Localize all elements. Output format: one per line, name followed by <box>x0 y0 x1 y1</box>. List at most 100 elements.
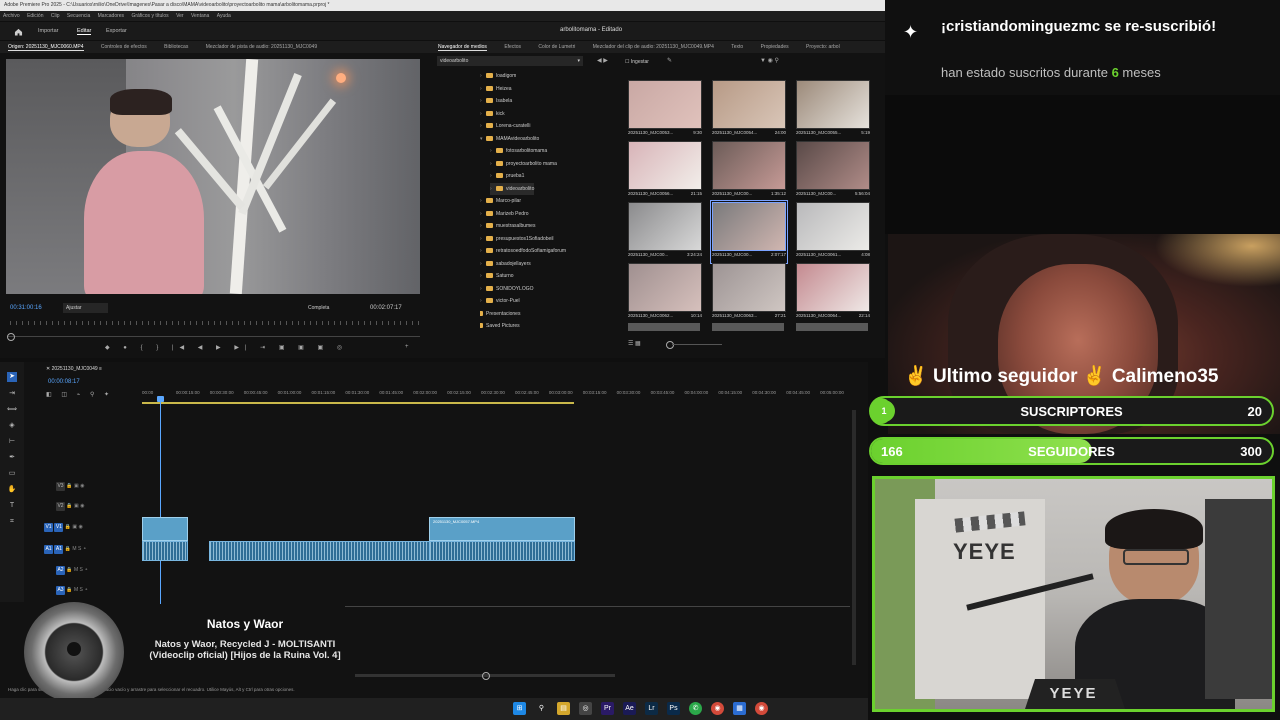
whatsapp-icon[interactable]: ✆ <box>689 702 702 715</box>
back-forward-icon[interactable]: ◀ ▶ <box>597 57 608 64</box>
folder-item[interactable]: › prueba1 <box>490 170 524 182</box>
tab-import[interactable]: Importar <box>38 28 58 34</box>
work-area-bar[interactable] <box>142 402 574 404</box>
video-clip[interactable]: 20251130_MJC0057.MP4 <box>429 517 575 541</box>
folder-item[interactable]: ▾ MAMAvideoarbolito <box>480 133 539 145</box>
playhead-handle[interactable] <box>157 396 164 402</box>
audio-clip[interactable] <box>209 541 431 561</box>
ingest-checkbox[interactable]: ☐ Ingestar <box>625 59 649 65</box>
track-select-icon[interactable]: ⇥ <box>7 389 17 399</box>
home-icon[interactable] <box>14 28 23 36</box>
playhead[interactable] <box>160 398 161 604</box>
folder-item[interactable]: › presupuestos1Sofiadobeil <box>480 233 554 245</box>
tab-properties[interactable]: Propiedades <box>761 44 789 50</box>
folder-item[interactable]: › victor-Puel <box>480 295 520 307</box>
media-thumbnail[interactable]: 20251130_MJC0062... 10:14 <box>628 263 702 323</box>
media-thumbnail[interactable]: 20251130_MJC0053... 9:30 <box>628 80 702 140</box>
menu-item[interactable]: Ventana <box>191 13 209 19</box>
premiere-icon[interactable]: Pr <box>601 702 614 715</box>
zoom-slider[interactable] <box>672 344 722 345</box>
menu-item[interactable]: Clip <box>51 13 60 19</box>
timeline-timecode[interactable]: 00:00:08:17 <box>48 379 80 385</box>
menu-item[interactable]: Ayuda <box>217 13 231 19</box>
folder-item[interactable]: › loadigom <box>480 70 516 82</box>
media-thumbnail[interactable]: 20251130_MJC0055... 5:19 <box>796 80 870 140</box>
media-thumbnail[interactable]: 20251130_MJC0056... 21:15 <box>628 141 702 201</box>
media-thumbnail[interactable]: 20251130_MJC0061... 4:08 <box>796 202 870 262</box>
media-thumbnail[interactable]: 20251130_MJC00... 5:56:04 <box>796 141 870 201</box>
filter-icon[interactable]: ▼ ◉ ⚲ <box>760 57 779 64</box>
source-transport-controls[interactable]: ◆ ● { } |◀ ◀ ▶ ▶| ⇥ ▣ ▣ ▣ ◎ <box>105 344 348 351</box>
folder-item[interactable]: › videoarbolito <box>490 182 535 195</box>
tab-project[interactable]: Proyecto: arbol <box>806 44 840 50</box>
folder-item[interactable]: › fotosarbolitomama <box>490 145 547 157</box>
folder-item[interactable]: › SONIDOYLOGO <box>480 283 534 295</box>
pen-icon[interactable]: ✒ <box>7 453 17 463</box>
wrench-icon[interactable]: ✎ <box>667 57 672 64</box>
sequence-tab[interactable]: ✕ 20251130_MJC0049 ≡ <box>46 366 102 372</box>
tab-clip-mixer[interactable]: Mezclador del clip de audio: 20251130_MJ… <box>593 44 714 50</box>
folder-item[interactable]: › Heizea <box>480 83 512 95</box>
chrome-icon[interactable]: ◉ <box>711 702 724 715</box>
folder-item[interactable]: › Marizeb Pedro <box>480 208 529 220</box>
ripple-edit-icon[interactable]: ⟺ <box>7 405 17 415</box>
search-icon[interactable]: ⚲ <box>535 702 548 715</box>
tab-text[interactable]: Texto <box>731 44 743 50</box>
folder-item[interactable]: › Lorena-curatelli <box>480 120 530 132</box>
folder-item[interactable]: ›Saved Pictures <box>480 320 520 332</box>
quality-select[interactable]: Completa <box>308 303 348 313</box>
tab-effect-controls[interactable]: Controles de efectos <box>101 44 147 50</box>
menu-item[interactable]: Secuencia <box>67 13 90 19</box>
folder-item[interactable]: › proyectoarbolito mama <box>490 158 557 170</box>
type-tool-icon[interactable]: T <box>7 501 17 511</box>
folder-item[interactable]: › Saturno <box>480 270 514 282</box>
file-explorer-icon[interactable]: ▤ <box>557 702 570 715</box>
menu-item[interactable]: Archivo <box>3 13 20 19</box>
folder-item[interactable]: › sabadojellayers <box>480 258 531 270</box>
timeline-vertical-scrollbar[interactable] <box>852 410 856 665</box>
folder-item[interactable]: ›Presentaciones <box>480 308 520 320</box>
audio-clip[interactable] <box>142 541 188 561</box>
source-timecode-in[interactable]: 00:31:00:16 <box>10 305 42 311</box>
tab-libraries[interactable]: Bibliotecas <box>164 44 188 50</box>
view-toggle-icons[interactable]: ☰ ▦ <box>628 340 641 347</box>
scrub-handle[interactable] <box>7 333 15 341</box>
tab-export[interactable]: Exportar <box>106 28 127 34</box>
zoom-slider-handle[interactable] <box>666 341 674 349</box>
timeline-settings-icons[interactable]: ◧ ◫ ⌁ ⚲ ✦ <box>46 391 113 398</box>
app-icon[interactable]: ▦ <box>733 702 746 715</box>
folder-item[interactable]: › Isabela <box>480 95 512 107</box>
path-select[interactable]: videoarbolito ▾ <box>437 56 583 66</box>
media-thumbnail[interactable]: 20251130_MJC0054... 24:00 <box>712 80 786 140</box>
media-thumbnail[interactable]: 20251130_MJC00... 2:07:17 <box>710 200 788 264</box>
source-preview-video[interactable] <box>6 59 420 294</box>
menu-item[interactable]: Marcadores <box>98 13 124 19</box>
after-effects-icon[interactable]: Ae <box>623 702 636 715</box>
tab-lumetri[interactable]: Color de Lumetri <box>538 44 575 50</box>
hand-icon[interactable]: ✋ <box>7 485 17 495</box>
menu-item[interactable]: Edición <box>27 13 43 19</box>
media-thumbnail[interactable]: 20251130_MJC00... 3:24:24 <box>628 202 702 262</box>
tab-effects[interactable]: Efectos <box>504 44 521 50</box>
fit-select[interactable]: Ajustar <box>63 303 108 313</box>
lightroom-icon[interactable]: Lr <box>645 702 658 715</box>
app-icon[interactable]: ◎ <box>579 702 592 715</box>
folder-item[interactable]: › Marco-pilar <box>480 195 521 207</box>
slip-icon[interactable]: ⊢ <box>7 437 17 447</box>
video-clip[interactable] <box>142 517 188 541</box>
media-thumbnail[interactable]: 20251130_MJC0064... 22:14 <box>796 263 870 323</box>
menu-item[interactable]: Gráficos y títulos <box>131 13 168 19</box>
chrome-icon[interactable]: ◉ <box>755 702 768 715</box>
add-button-icon[interactable]: + <box>405 344 409 350</box>
tab-source[interactable]: Origen: 20251130_MJC0060.MP4 <box>8 44 84 51</box>
caption-icon[interactable]: ⌗ <box>7 517 17 527</box>
scroll-handle[interactable] <box>482 672 490 680</box>
tab-audio-mixer[interactable]: Mezclador de pista de audio: 20251130_MJ… <box>206 44 317 50</box>
source-scrub-bar[interactable] <box>8 336 420 337</box>
razor-icon[interactable]: ◈ <box>7 421 17 431</box>
media-thumbnail[interactable]: 20251130_MJC0063... 27:21 <box>712 263 786 323</box>
tab-edit[interactable]: Editar <box>77 28 92 35</box>
rectangle-icon[interactable]: ▭ <box>7 469 17 479</box>
windows-start-icon[interactable]: ⊞ <box>513 702 526 715</box>
selection-tool-icon[interactable]: ➤ <box>7 372 17 382</box>
